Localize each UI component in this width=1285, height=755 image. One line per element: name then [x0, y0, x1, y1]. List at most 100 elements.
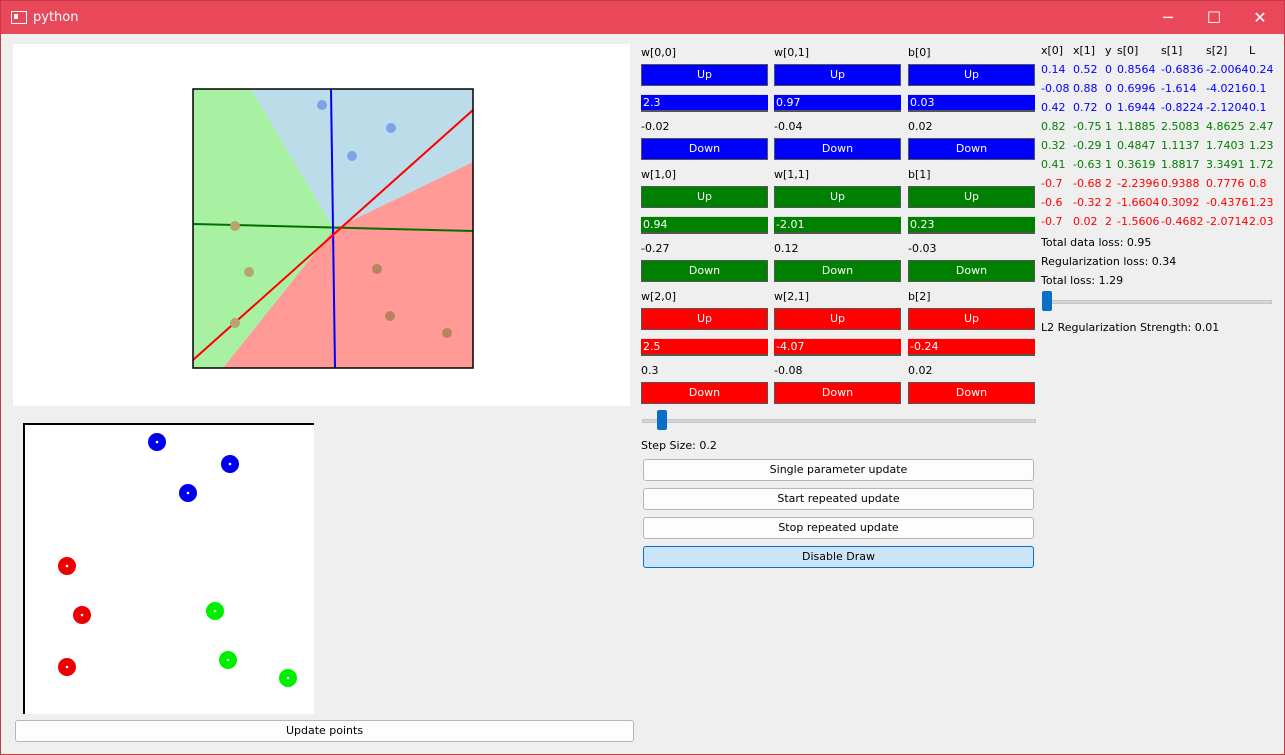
total-loss: Total loss: 1.29: [1041, 274, 1124, 287]
param-up-button[interactable]: Up: [641, 64, 768, 86]
param-label: b[1]: [908, 168, 931, 181]
param-down-button[interactable]: Down: [774, 382, 901, 404]
point-blue[interactable]: [148, 433, 166, 451]
table-cell: 1.23: [1249, 139, 1274, 152]
param-label: w[2,1]: [774, 290, 810, 303]
param-down-button[interactable]: Down: [641, 138, 768, 160]
start-repeated-update-button[interactable]: Start repeated update: [643, 488, 1034, 510]
param-up-button[interactable]: Up: [774, 64, 901, 86]
point-red[interactable]: [58, 557, 76, 575]
table-cell: 0.41: [1041, 158, 1066, 171]
table-cell: 1: [1105, 139, 1112, 152]
disable-draw-button[interactable]: Disable Draw: [643, 546, 1034, 568]
minimize-button[interactable]: ─: [1145, 1, 1191, 34]
point-green[interactable]: [279, 669, 297, 687]
point-green[interactable]: [219, 651, 237, 669]
table-cell: -4.0216: [1206, 82, 1249, 95]
param-value-field[interactable]: -2.01: [774, 216, 901, 234]
data-point: [317, 100, 327, 110]
update-points-button[interactable]: Update points: [15, 720, 634, 742]
param-up-button[interactable]: Up: [908, 64, 1035, 86]
table-header: L: [1249, 44, 1256, 57]
param-value-field[interactable]: 2.3: [641, 94, 768, 112]
table-cell: -0.7: [1041, 177, 1063, 190]
table-cell: 0.3619: [1117, 158, 1156, 171]
param-down-button[interactable]: Down: [641, 260, 768, 282]
points-canvas[interactable]: [23, 423, 314, 714]
maximize-button[interactable]: ☐: [1191, 1, 1237, 34]
data-point: [442, 328, 452, 338]
reg-strength-slider-handle[interactable]: [1042, 291, 1052, 311]
regularization-loss: Regularization loss: 0.34: [1041, 255, 1177, 268]
point-blue[interactable]: [221, 455, 239, 473]
param-value-field[interactable]: -0.24: [908, 338, 1035, 356]
table-header: s[1]: [1161, 44, 1183, 57]
point-green[interactable]: [206, 602, 224, 620]
stop-repeated-update-button[interactable]: Stop repeated update: [643, 517, 1034, 539]
points-svg[interactable]: [23, 423, 314, 714]
table-cell: 0.8: [1249, 177, 1267, 190]
table-cell: 0.1: [1249, 101, 1267, 114]
table-cell: -0.6836: [1161, 63, 1204, 76]
table-cell: 0.42: [1041, 101, 1066, 114]
param-value-field[interactable]: -4.07: [774, 338, 901, 356]
param-value-field[interactable]: 0.97: [774, 94, 901, 112]
table-cell: 1.72: [1249, 158, 1274, 171]
table-cell: -0.08: [1041, 82, 1070, 95]
param-gradient: -0.08: [774, 364, 803, 377]
param-up-button[interactable]: Up: [774, 308, 901, 330]
table-cell: -0.4376: [1206, 196, 1249, 209]
reg-strength-slider-track[interactable]: [1042, 300, 1272, 304]
table-cell: 3.3491: [1206, 158, 1245, 171]
table-cell: 0.02: [1073, 215, 1098, 228]
step-size-slider-track[interactable]: [642, 419, 1036, 423]
param-gradient: 0.3: [641, 364, 659, 377]
param-up-button[interactable]: Up: [774, 186, 901, 208]
param-gradient: -0.04: [774, 120, 803, 133]
point-red[interactable]: [58, 658, 76, 676]
table-cell: -0.32: [1073, 196, 1102, 209]
data-point: [230, 318, 240, 328]
data-point: [347, 151, 357, 161]
param-up-button[interactable]: Up: [908, 186, 1035, 208]
table-cell: 0.3092: [1161, 196, 1200, 209]
table-cell: -2.0714: [1206, 215, 1249, 228]
window-title: python: [33, 10, 79, 25]
param-value-field[interactable]: 2.5: [641, 338, 768, 356]
table-header: s[2]: [1206, 44, 1228, 57]
table-cell: 1.23: [1249, 196, 1274, 209]
param-label: w[1,0]: [641, 168, 677, 181]
point-red[interactable]: [73, 606, 91, 624]
param-up-button[interactable]: Up: [641, 308, 768, 330]
data-point: [385, 311, 395, 321]
param-up-button[interactable]: Up: [908, 308, 1035, 330]
table-cell: 0.9388: [1161, 177, 1200, 190]
step-size-slider-handle[interactable]: [657, 410, 667, 430]
table-cell: 0.88: [1073, 82, 1098, 95]
table-cell: 1.8817: [1161, 158, 1200, 171]
param-down-button[interactable]: Down: [908, 382, 1035, 404]
param-value-field[interactable]: 0.94: [641, 216, 768, 234]
param-value-field[interactable]: 0.03: [908, 94, 1035, 112]
param-value-field[interactable]: 0.23: [908, 216, 1035, 234]
param-down-button[interactable]: Down: [641, 382, 768, 404]
table-cell: 0: [1105, 82, 1112, 95]
table-cell: -2.2396: [1117, 177, 1160, 190]
table-cell: 0.82: [1041, 120, 1066, 133]
decision-region-svg: [192, 88, 474, 369]
close-button[interactable]: ✕: [1237, 1, 1283, 34]
table-cell: 2: [1105, 196, 1112, 209]
param-down-button[interactable]: Down: [908, 138, 1035, 160]
param-down-button[interactable]: Down: [774, 138, 901, 160]
table-cell: 4.8625: [1206, 120, 1245, 133]
table-cell: 2.47: [1249, 120, 1274, 133]
table-header: x[0]: [1041, 44, 1064, 57]
single-update-button[interactable]: Single parameter update: [643, 459, 1034, 481]
table-cell: 1.1885: [1117, 120, 1156, 133]
param-down-button[interactable]: Down: [774, 260, 901, 282]
table-cell: 1: [1105, 158, 1112, 171]
param-down-button[interactable]: Down: [908, 260, 1035, 282]
table-cell: 0.1: [1249, 82, 1267, 95]
point-blue[interactable]: [179, 484, 197, 502]
param-up-button[interactable]: Up: [641, 186, 768, 208]
